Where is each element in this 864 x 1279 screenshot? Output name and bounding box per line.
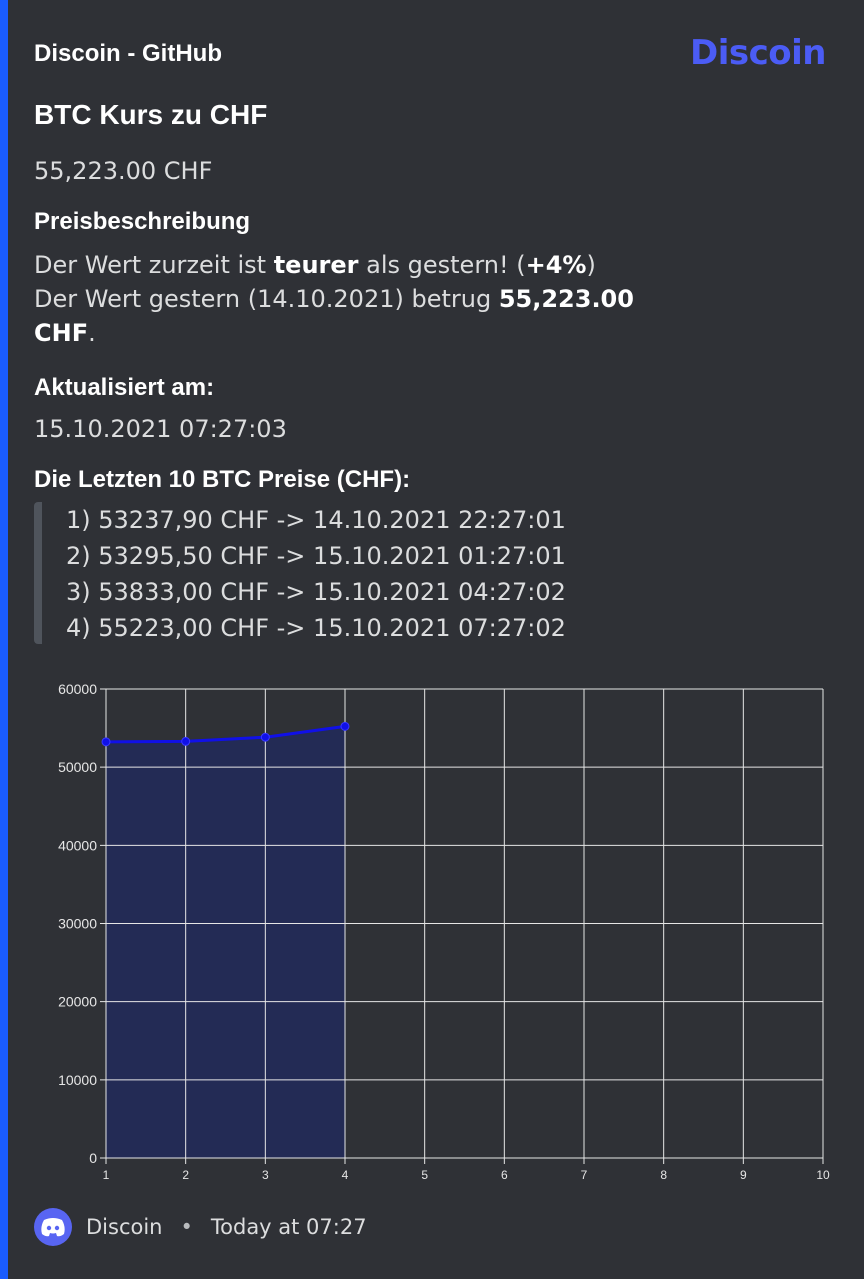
area-fill <box>106 726 345 1158</box>
embed-footer: Discoin • Today at 07:27 <box>34 1208 367 1246</box>
last-prices-blockquote: 1) 53237,90 CHF -> 14.10.2021 22:27:01 2… <box>34 502 566 644</box>
text-span: ) <box>586 251 596 279</box>
price-list-item: 2) 53295,50 CHF -> 15.10.2021 01:27:01 <box>66 542 566 570</box>
bold-percent: +4% <box>525 251 587 279</box>
x-tick-label: 6 <box>501 1168 508 1182</box>
x-tick-label: 1 <box>103 1168 110 1182</box>
embed-title: BTC Kurs zu CHF <box>34 99 268 130</box>
y-tick-label: 30000 <box>58 916 97 932</box>
text-span: Der Wert gestern (14.10.2021) betrug <box>34 285 499 313</box>
field-value-price-desc: Der Wert zurzeit ist teurer als gestern!… <box>34 248 634 350</box>
x-tick-label: 9 <box>740 1168 747 1182</box>
x-tick-label: 10 <box>816 1168 830 1182</box>
field-name-updated: Aktualisiert am: <box>34 374 215 401</box>
data-point <box>181 736 191 746</box>
y-tick-label: 20000 <box>58 994 97 1010</box>
x-tick-label: 5 <box>421 1168 428 1182</box>
embed-author[interactable]: Discoin - GitHub <box>34 40 222 68</box>
y-tick-label: 50000 <box>58 759 97 775</box>
field-name-price-desc: Preisbeschreibung <box>34 208 251 235</box>
price-list-item: 3) 53833,00 CHF -> 15.10.2021 04:27:02 <box>66 578 566 606</box>
x-tick-label: 3 <box>262 1168 269 1182</box>
bold-price: 55,223.00 <box>498 285 634 313</box>
price-list-item: 4) 55223,00 CHF -> 15.10.2021 07:27:02 <box>66 614 566 642</box>
x-tick-label: 7 <box>581 1168 588 1182</box>
y-tick-label: 0 <box>89 1150 97 1166</box>
price-desc-line-1: Der Wert zurzeit ist teurer als gestern!… <box>34 248 634 282</box>
x-tick-label: 2 <box>182 1168 189 1182</box>
bold-teurer: teurer <box>273 251 359 279</box>
discord-logo-icon <box>34 1208 72 1246</box>
data-point <box>260 732 270 742</box>
text-span: . <box>88 319 96 347</box>
price-desc-line-2: Der Wert gestern (14.10.2021) betrug 55,… <box>34 282 634 316</box>
price-list-item: 1) 53237,90 CHF -> 14.10.2021 22:27:01 <box>66 506 566 534</box>
text-span: als gestern! ( <box>358 251 526 279</box>
data-point <box>101 737 111 747</box>
embed-card: Discoin - GitHub Discoin BTC Kurs zu CHF… <box>0 0 864 1279</box>
y-tick-label: 60000 <box>58 681 97 697</box>
price-desc-line-3: CHF. <box>34 316 634 350</box>
price-chart[interactable]: 0 10000 20000 30000 40000 50000 60000 1 2 3 4 5 6 7 8 9… <box>8 672 864 1192</box>
data-point <box>340 721 350 731</box>
text-span: Der Wert zurzeit ist <box>34 251 274 279</box>
footer-bot-name: Discoin <box>86 1215 163 1239</box>
y-tick-label: 40000 <box>58 837 97 853</box>
footer-timestamp: Today at 07:27 <box>210 1215 367 1239</box>
y-tick-label: 10000 <box>58 1072 97 1088</box>
x-tick-label: 4 <box>342 1168 349 1182</box>
x-tick-label: 8 <box>660 1168 667 1182</box>
bold-currency: CHF <box>34 319 89 347</box>
embed-description: 55,223.00 CHF <box>34 157 213 185</box>
field-name-last-prices: Die Letzten 10 BTC Preise (CHF): <box>34 466 411 493</box>
footer-separator: • <box>180 1215 193 1239</box>
field-value-updated: 15.10.2021 07:27:03 <box>34 415 287 443</box>
discoin-logo: Discoin <box>690 33 827 73</box>
